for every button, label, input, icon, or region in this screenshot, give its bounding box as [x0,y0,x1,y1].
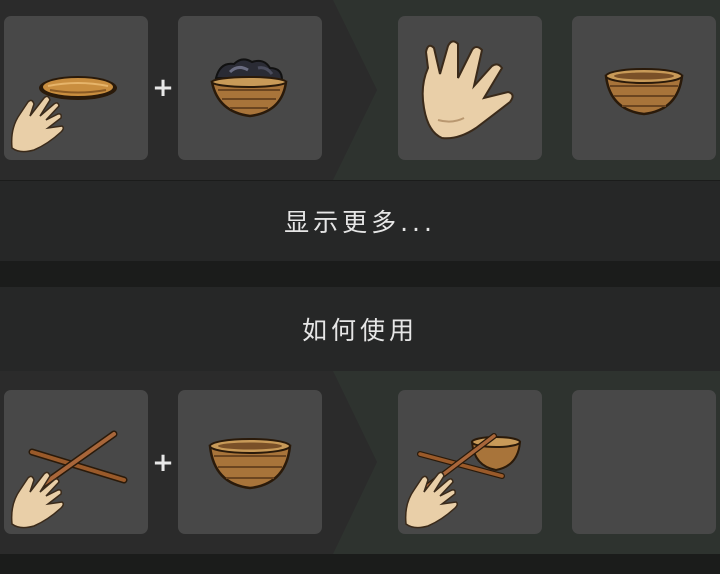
ingredient-slot-basket-with-items[interactable] [178,16,322,160]
ingredient-slot-sticks[interactable] [4,390,148,534]
how-to-use-title: 如何使用 [301,316,418,345]
basket-with-dark-items-icon [210,58,288,118]
hand-tap-icon [10,95,65,153]
show-more-button[interactable]: 显示更多... [0,181,720,261]
ingredient-slot-basket[interactable] [178,390,322,534]
how-to-use-header: 如何使用 [0,287,720,371]
recipe-row-1: + [0,0,720,180]
plus-sign-2: + [152,448,174,478]
basket-icon [208,438,292,490]
show-more-label: 显示更多... [284,208,436,237]
result-slot-sticks-and-basket[interactable] [398,390,542,534]
recipe-row-2: + [0,371,720,554]
result-slot-basket[interactable] [572,16,716,160]
hand-tap-icon [404,471,459,529]
result-slot-hand[interactable] [398,16,542,160]
plus-sign-1: + [152,73,174,103]
basket-icon [604,68,684,116]
hand-icon [421,40,514,140]
ingredient-slot-straw-mat[interactable] [4,16,148,160]
result-slot-empty[interactable] [572,390,716,534]
hand-tap-icon [10,471,65,529]
